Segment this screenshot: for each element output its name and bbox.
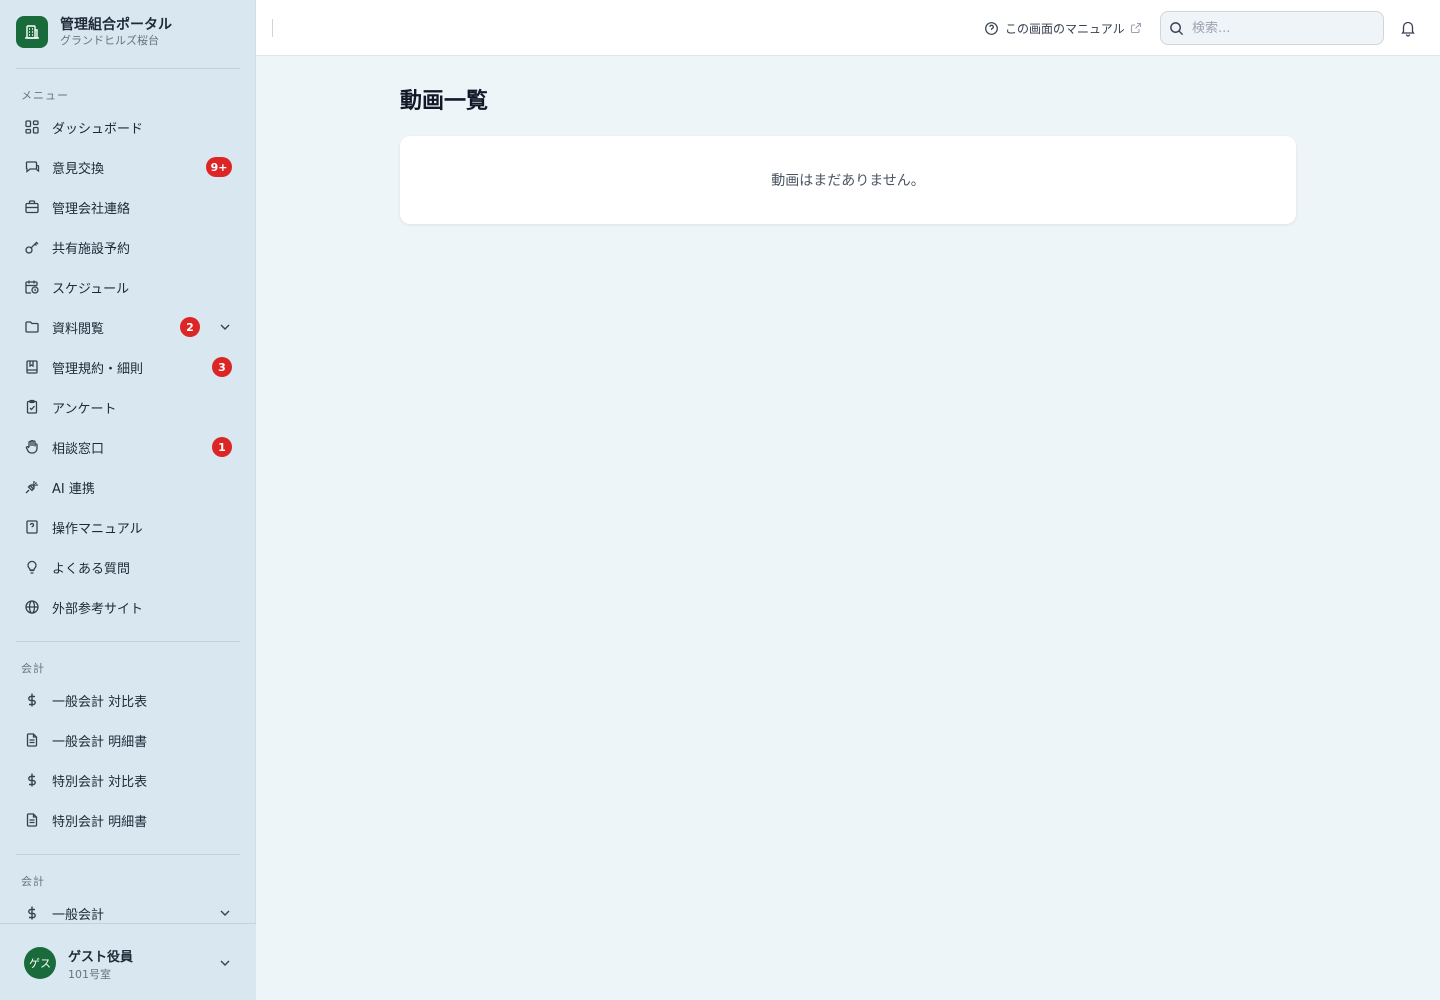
section-label-accounting: 会計 — [21, 662, 45, 675]
key-icon — [24, 239, 40, 255]
notification-badge: 1 — [212, 437, 232, 457]
document-icon — [24, 732, 40, 748]
sidebar-item-label: よくある質問 — [52, 561, 131, 577]
dollar-icon — [24, 692, 40, 708]
manual-link-label: この画面のマニュアル — [1005, 21, 1125, 36]
section-label-menu: メニュー — [21, 89, 69, 102]
sidebar-item-bylaws[interactable]: 管理規約・細則 3 — [16, 349, 240, 385]
sidebar-item-special-statement[interactable]: 特別会計 明細書 — [16, 802, 240, 838]
sidebar-item-label: 意見交換 — [52, 161, 105, 177]
brand-subtitle: グランドヒルズ桜台 — [60, 34, 159, 47]
section-label-accounting-2: 会計 — [21, 875, 45, 888]
manual-icon — [24, 519, 40, 535]
user-room: 101号室 — [68, 968, 111, 981]
sidebar-item-label: 操作マニュアル — [52, 521, 143, 537]
sidebar-item-ai-integration[interactable]: AI 連携 — [16, 469, 240, 505]
search-box[interactable] — [1160, 11, 1384, 45]
page-title: 動画一覧 — [400, 89, 489, 114]
user-menu[interactable]: ゲス ゲスト役員 101号室 — [0, 923, 256, 1000]
sidebar-item-label: 管理規約・細則 — [52, 361, 144, 377]
brand[interactable]: 管理組合ポータル グランドヒルズ桜台 — [16, 16, 172, 48]
sidebar-item-label: アンケート — [52, 401, 117, 417]
sidebar-item-label: 管理会社連絡 — [52, 201, 131, 217]
briefcase-icon — [24, 199, 40, 215]
hand-icon — [24, 439, 40, 455]
chevron-down-icon[interactable] — [218, 320, 232, 334]
divider — [16, 641, 240, 642]
sidebar-item-label: スケジュール — [52, 281, 130, 297]
notification-badge: 2 — [180, 317, 200, 337]
divider — [16, 68, 240, 69]
dollar-icon — [24, 905, 40, 921]
sidebar-item-opinions[interactable]: 意見交換 9+ — [16, 149, 240, 185]
avatar: ゲス — [24, 947, 56, 979]
sidebar-item-label: AI 連携 — [52, 481, 95, 497]
header-separator — [272, 19, 273, 37]
sidebar-item-facility-booking[interactable]: 共有施設予約 — [16, 229, 240, 265]
help-circle-icon — [985, 21, 998, 35]
sidebar-item-label: 特別会計 明細書 — [52, 814, 148, 830]
folder-icon — [24, 319, 40, 335]
sidebar-item-documents[interactable]: 資料閲覧 2 — [16, 309, 240, 345]
external-link-icon — [1130, 22, 1141, 34]
sidebar-item-survey[interactable]: アンケート — [16, 389, 240, 425]
sidebar-item-label: 共有施設予約 — [52, 241, 131, 257]
building-logo-icon — [16, 16, 48, 48]
chevron-down-icon[interactable] — [218, 906, 232, 920]
sidebar-item-label: 一般会計 明細書 — [52, 734, 148, 750]
bell-icon[interactable] — [1399, 19, 1417, 37]
empty-state-card: 動画はまだありません。 — [400, 136, 1296, 224]
notification-badge: 3 — [212, 357, 232, 377]
document-icon — [24, 812, 40, 828]
sidebar-item-label: 特別会計 対比表 — [52, 774, 148, 790]
plug-icon — [24, 479, 40, 495]
sidebar-item-label: ダッシュボード — [52, 121, 144, 137]
sidebar-item-label: 資料閲覧 — [52, 321, 105, 337]
sidebar-item-operation-manual[interactable]: 操作マニュアル — [16, 509, 240, 545]
chevron-down-icon[interactable] — [218, 956, 232, 970]
notification-badge: 9+ — [206, 157, 232, 177]
search-icon — [1170, 21, 1184, 35]
sidebar-item-label: 一般会計 — [52, 907, 105, 923]
calendar-clock-icon — [24, 279, 40, 295]
book-icon — [24, 359, 40, 375]
sidebar-item-general-statement[interactable]: 一般会計 明細書 — [16, 722, 240, 758]
top-header: この画面のマニュアル — [256, 0, 1440, 56]
sidebar-item-label: 相談窓口 — [52, 441, 105, 457]
globe-icon — [24, 599, 40, 615]
clipboard-icon — [24, 399, 40, 415]
lightbulb-icon — [24, 559, 40, 575]
sidebar-item-faq[interactable]: よくある質問 — [16, 549, 240, 585]
sidebar-item-general-comparison[interactable]: 一般会計 対比表 — [16, 682, 240, 718]
brand-title: 管理組合ポータル — [60, 17, 172, 33]
dashboard-icon — [24, 119, 40, 135]
sidebar-item-dashboard[interactable]: ダッシュボード — [16, 109, 240, 145]
sidebar-item-management-contact[interactable]: 管理会社連絡 — [16, 189, 240, 225]
search-input[interactable] — [1192, 20, 1372, 36]
user-name: ゲスト役員 — [68, 950, 134, 965]
sidebar-item-schedule[interactable]: スケジュール — [16, 269, 240, 305]
empty-state-message: 動画はまだありません。 — [771, 173, 925, 189]
sidebar-item-label: 一般会計 対比表 — [52, 694, 148, 710]
sidebar: 管理組合ポータル グランドヒルズ桜台 メニュー ダッシュボード 意見交換 9+ … — [0, 0, 256, 1000]
sidebar-item-consultation[interactable]: 相談窓口 1 — [16, 429, 240, 465]
screen-manual-link[interactable]: この画面のマニュアル — [984, 18, 1142, 38]
dollar-icon — [24, 772, 40, 788]
sidebar-item-external-sites[interactable]: 外部参考サイト — [16, 589, 240, 625]
sidebar-item-special-comparison[interactable]: 特別会計 対比表 — [16, 762, 240, 798]
sidebar-item-label: 外部参考サイト — [52, 601, 144, 617]
divider — [16, 854, 240, 855]
chat-icon — [24, 159, 40, 175]
